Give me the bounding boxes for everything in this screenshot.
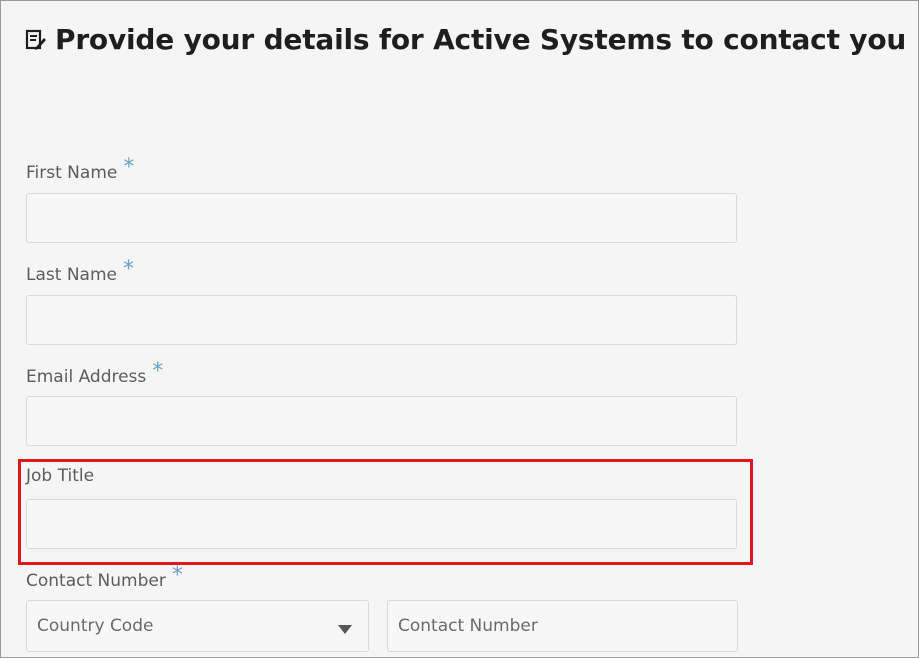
first-name-label: First Name * [26, 155, 134, 184]
page-header: Provide your details for Active Systems … [25, 23, 906, 56]
page-title: Provide your details for Active Systems … [55, 23, 907, 56]
form-panel: Provide your details for Active Systems … [0, 0, 919, 658]
last-name-label-text: Last Name [26, 265, 117, 285]
email-label-text: Email Address [26, 367, 147, 387]
required-marker: * [123, 155, 135, 180]
contact-number-label-text: Contact Number [26, 571, 166, 591]
required-marker: * [122, 257, 134, 282]
required-marker: * [171, 563, 183, 588]
job-title-label: Job Title [26, 466, 94, 486]
required-marker: * [152, 359, 164, 384]
contact-number-input[interactable] [387, 600, 738, 652]
job-title-label-text: Job Title [26, 466, 95, 486]
last-name-input[interactable] [26, 295, 737, 345]
form-edit-icon [25, 29, 46, 50]
country-code-select[interactable]: Country Code [26, 600, 369, 652]
last-name-label: Last Name * [26, 257, 134, 286]
chevron-down-icon[interactable] [338, 624, 352, 634]
first-name-label-text: First Name [26, 163, 118, 183]
email-label: Email Address * [26, 359, 163, 388]
email-field[interactable] [26, 396, 737, 446]
job-title-input[interactable] [26, 499, 737, 549]
country-code-placeholder: Country Code [37, 616, 154, 636]
first-name-input[interactable] [26, 193, 737, 243]
contact-number-label: Contact Number * [26, 563, 183, 592]
